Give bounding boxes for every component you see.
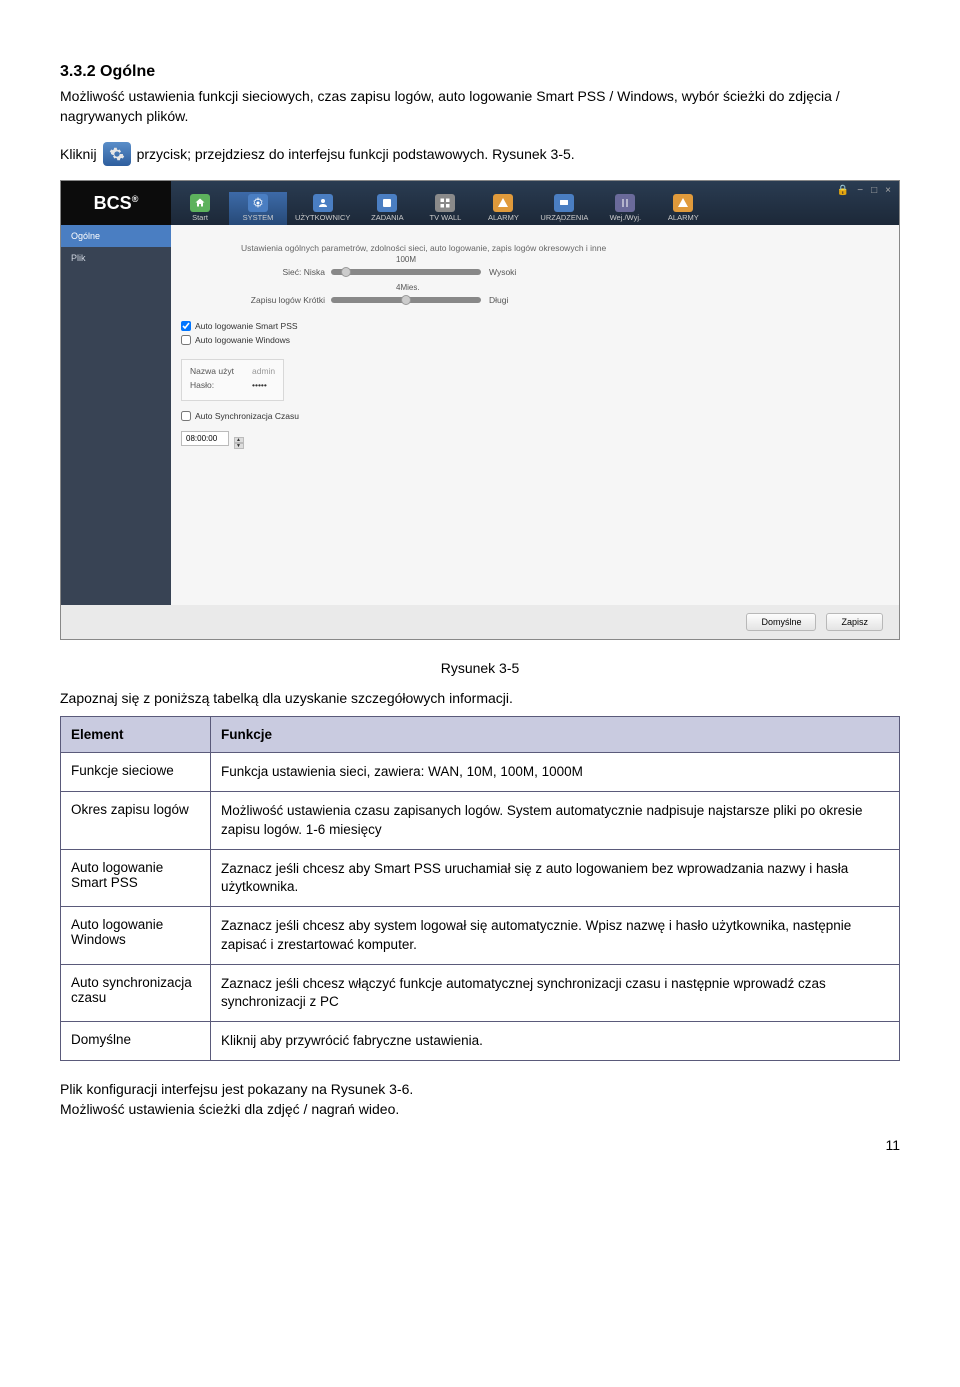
device-icon [554, 194, 574, 212]
kliknij-post: przycisk; przejdziesz do interfejsu funk… [137, 146, 575, 162]
time-box: ▲▼ [181, 431, 881, 449]
nav-system[interactable]: SYSTEM [229, 192, 287, 225]
sidebar-item-general[interactable]: Ogólne [61, 225, 171, 247]
page-logo: 123i [60, 20, 900, 35]
table-row: Funkcje siecioweFunkcja ustawienia sieci… [61, 753, 900, 792]
minimize-icon[interactable]: − [857, 185, 863, 196]
nav-alarms[interactable]: ALARMY [474, 192, 532, 225]
main-pane: Ustawienia ogólnych parametrów, zdolnośc… [171, 225, 899, 605]
nav-bar: Start SYSTEM UŻYTKOWNICY ZADANIA TV WALL… [171, 181, 829, 225]
nav-devices[interactable]: URZĄDZENIA [532, 192, 596, 225]
sidebar-item-file[interactable]: Plik [61, 247, 171, 269]
sync-checkbox[interactable] [181, 411, 191, 421]
password-label: Hasło: [190, 380, 246, 390]
app-window: BCS® Start SYSTEM UŻYTKOWNICY ZADANIA TV… [60, 180, 900, 640]
log-high-label: Długi [489, 295, 508, 305]
log-slider[interactable] [331, 297, 481, 303]
window-controls: 🔒 − □ × [829, 181, 899, 225]
kliknij-pre: Kliknij [60, 146, 97, 162]
nav-start[interactable]: Start [171, 192, 229, 225]
alert-icon [673, 194, 693, 212]
home-icon [190, 194, 210, 212]
slider-thumb[interactable] [341, 267, 351, 277]
default-button[interactable]: Domyślne [746, 613, 816, 631]
info-table: Element Funkcje Funkcje siecioweFunkcja … [60, 716, 900, 1061]
lock-icon[interactable]: 🔒 [837, 185, 849, 196]
sync-row: Auto Synchronizacja Czasu [181, 411, 881, 421]
gear-icon [248, 194, 268, 212]
auto-pss-label: Auto logowanie Smart PSS [195, 321, 298, 331]
username-value: admin [252, 366, 275, 376]
sync-label: Auto Synchronizacja Czasu [195, 411, 299, 421]
time-input[interactable] [181, 431, 229, 446]
settings-icon [103, 142, 131, 166]
time-stepper[interactable]: ▲▼ [234, 437, 244, 449]
intro-paragraph: Możliwość ustawienia funkcji sieciowych,… [60, 87, 900, 126]
alert-icon [493, 194, 513, 212]
figure-caption: Rysunek 3-5 [60, 660, 900, 676]
pane-description: Ustawienia ogólnych parametrów, zdolnośc… [241, 243, 881, 253]
close-icon[interactable]: × [885, 185, 891, 196]
footer-line2: Możliwość ustawienia ścieżki dla zdjęć /… [60, 1101, 900, 1117]
table-intro: Zapoznaj się z poniższą tabelką dla uzys… [60, 690, 900, 706]
section-heading: 3.3.2 Ogólne [60, 63, 900, 81]
th-element: Element [61, 717, 211, 753]
password-value: ••••• [252, 380, 267, 390]
credentials-box: Nazwa użyt admin Hasło: ••••• [181, 359, 284, 401]
nav-io[interactable]: Wej./Wyj. [596, 192, 654, 225]
slider-thumb[interactable] [401, 295, 411, 305]
net-high-label: Wysoki [489, 267, 516, 277]
save-button[interactable]: Zapisz [826, 613, 883, 631]
auto-win-row: Auto logowanie Windows [181, 335, 881, 345]
th-function: Funkcje [211, 717, 900, 753]
log-label: Zapisu logów Krótki [241, 295, 331, 305]
net-slider[interactable] [331, 269, 481, 275]
app-body: Ogólne Plik Ustawienia ogólnych parametr… [61, 225, 899, 605]
table-row: DomyślneKliknij aby przywrócić fabryczne… [61, 1022, 900, 1061]
table-row: Auto synchronizacja czasuZaznacz jeśli c… [61, 964, 900, 1021]
table-row: Auto logowanie WindowsZaznacz jeśli chce… [61, 907, 900, 964]
footer-line1: Plik konfiguracji interfejsu jest pokaza… [60, 1081, 900, 1097]
table-row: Okres zapisu logówMożliwość ustawienia c… [61, 792, 900, 849]
auto-win-checkbox[interactable] [181, 335, 191, 345]
auto-win-label: Auto logowanie Windows [195, 335, 290, 345]
footer-buttons: Domyślne Zapisz [61, 605, 899, 639]
maximize-icon[interactable]: □ [871, 185, 877, 196]
brand-logo: BCS® [61, 181, 171, 225]
table-row: Auto logowanie Smart PSSZaznacz jeśli ch… [61, 849, 900, 906]
net-label: Sieć: Niska [241, 267, 331, 277]
log-top-label: 4Mies. [396, 283, 420, 292]
nav-alarms2[interactable]: ALARMY [654, 192, 712, 225]
auto-pss-checkbox[interactable] [181, 321, 191, 331]
auto-pss-row: Auto logowanie Smart PSS [181, 321, 881, 331]
nav-tasks[interactable]: ZADANIA [358, 192, 416, 225]
page-number: 11 [60, 1137, 900, 1153]
nav-tvwall[interactable]: TV WALL [416, 192, 474, 225]
net-top-label: 100M [396, 255, 416, 264]
kliknij-line: Kliknij przycisk; przejdziesz do interfe… [60, 142, 900, 166]
io-icon [615, 194, 635, 212]
grid-icon [435, 194, 455, 212]
app-topbar: BCS® Start SYSTEM UŻYTKOWNICY ZADANIA TV… [61, 181, 899, 225]
sidebar: Ogólne Plik [61, 225, 171, 605]
user-icon [313, 194, 333, 212]
nav-users[interactable]: UŻYTKOWNICY [287, 192, 358, 225]
tasks-icon [377, 194, 397, 212]
username-label: Nazwa użyt [190, 366, 246, 376]
